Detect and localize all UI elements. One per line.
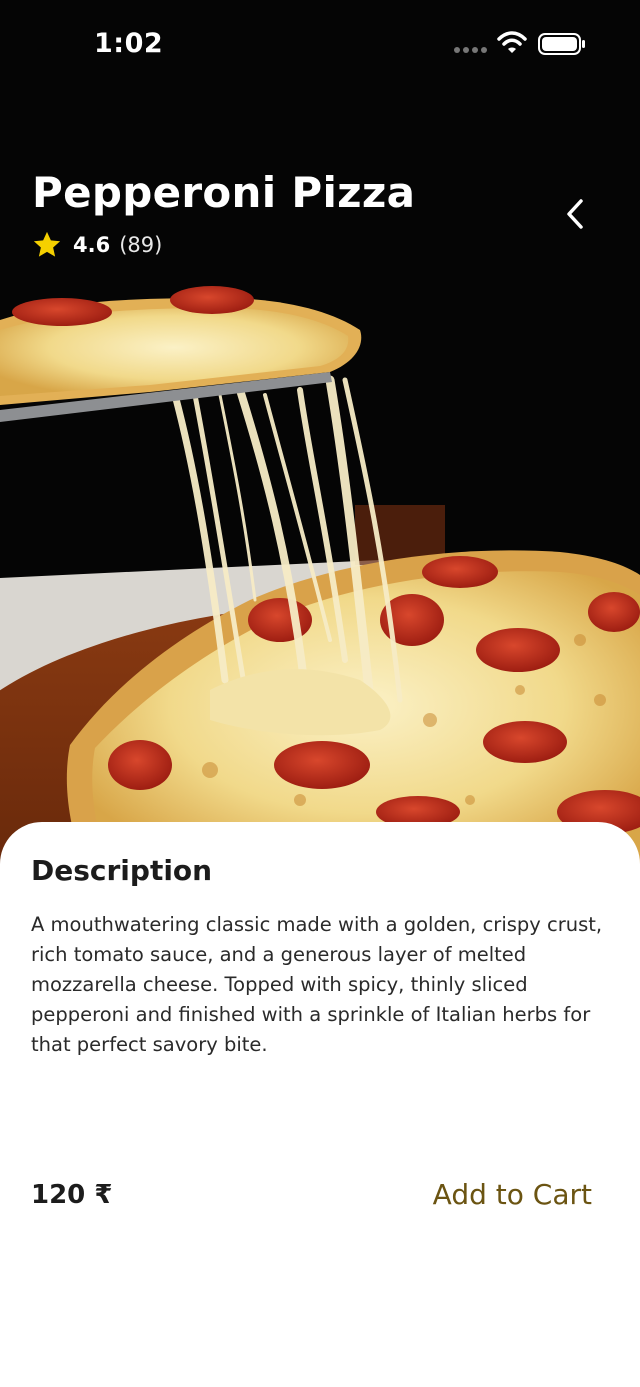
chevron-left-icon <box>567 199 583 229</box>
battery-icon <box>538 33 585 55</box>
back-button[interactable] <box>556 194 596 234</box>
product-hero: 1:02 Pepperoni Pizza 4.6 (89) <box>0 0 640 870</box>
rating-count: (89) <box>119 233 163 257</box>
description-heading: Description <box>31 854 213 887</box>
description-text: A mouthwatering classic made with a gold… <box>31 913 603 1056</box>
price: 120 ₹ <box>31 1180 113 1210</box>
star-icon <box>33 231 61 257</box>
wifi-icon <box>497 31 527 53</box>
add-to-cart-button[interactable]: Add to Cart <box>433 1178 592 1211</box>
product-rating: 4.6 (89) <box>32 230 162 260</box>
product-title: Pepperoni Pizza <box>32 168 416 217</box>
details-sheet: Description A mouthwatering classic made… <box>0 822 640 1387</box>
status-time: 1:02 <box>94 28 164 59</box>
rating-value: 4.6 <box>73 233 111 257</box>
signal-icon <box>454 47 487 53</box>
status-bar: 1:02 <box>0 0 640 88</box>
pizza-image <box>0 0 640 870</box>
